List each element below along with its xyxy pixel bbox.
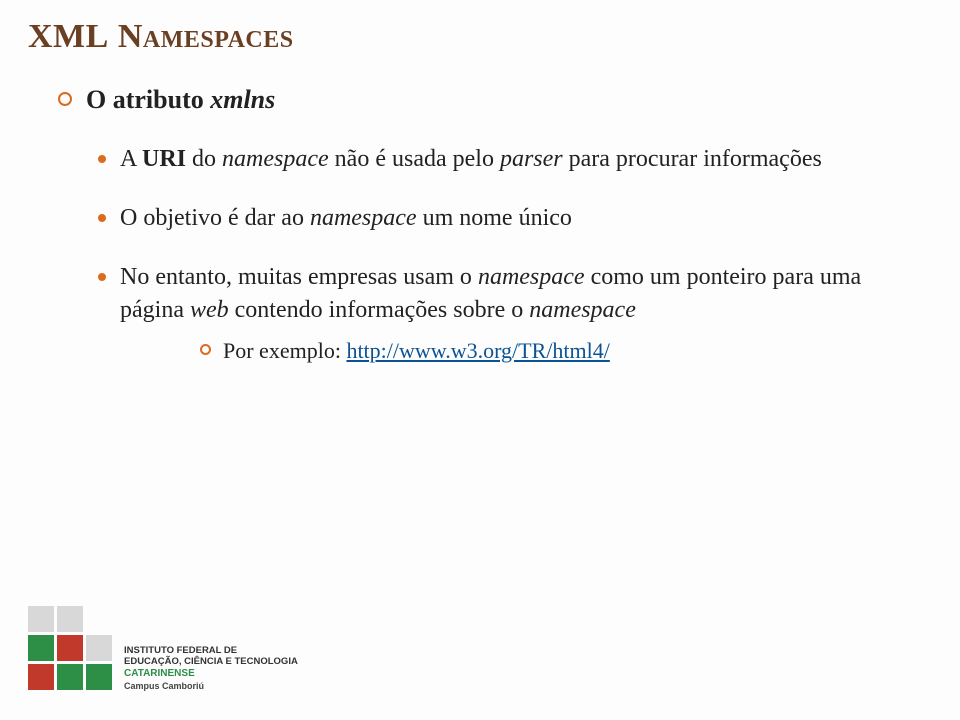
title-main: XML <box>28 18 109 55</box>
b1-em2: parser <box>500 146 563 172</box>
logo-line: Instituto Federal de <box>124 645 298 657</box>
example-link[interactable]: http://www.w3.org/TR/html4/ <box>346 338 609 363</box>
bullet-level2: No entanto, muitas empresas usam o names… <box>98 261 920 365</box>
logo-square <box>28 635 54 661</box>
b1-mid: do <box>186 146 222 172</box>
footer-logo: Instituto Federal de Educação, Ciência e… <box>28 606 298 692</box>
ring-bullet-icon <box>200 344 211 355</box>
title-smallcaps: Namespaces <box>109 18 294 55</box>
b1-text: A URI do namespace não é usada pelo pars… <box>120 143 822 176</box>
b1-bold: URI <box>142 146 186 172</box>
logo-line: Catarinense <box>124 668 298 681</box>
bullet-level3: Por exemplo: http://www.w3.org/TR/html4/ <box>200 336 920 366</box>
b1-mid2: não é usada pelo <box>329 146 500 172</box>
page-title: XML Namespaces <box>28 18 294 56</box>
l1-text: O atributo xmlns <box>86 82 275 117</box>
logo-square <box>57 664 83 690</box>
logo-square <box>57 606 83 632</box>
logo-text: Instituto Federal de Educação, Ciência e… <box>124 645 298 693</box>
b3-pre: No entanto, muitas empresas usam o <box>120 264 478 290</box>
l1-em: xmlns <box>210 85 275 114</box>
sub-label: Por exemplo: <box>223 338 346 363</box>
slide: XML Namespaces O atributo xmlns A URI do… <box>0 0 960 720</box>
bullet-level2: O objetivo é dar ao namespace um nome ún… <box>98 202 920 235</box>
bullet-level1: O atributo xmlns <box>58 82 920 117</box>
logo-square <box>86 664 112 690</box>
b3-em3: namespace <box>529 297 636 323</box>
logo-square <box>28 606 54 632</box>
b3-text: No entanto, muitas empresas usam o names… <box>120 261 920 365</box>
b3-em2: web <box>190 297 229 323</box>
dot-bullet-icon <box>98 214 106 222</box>
content: O atributo xmlns A URI do namespace não … <box>58 82 920 391</box>
b3-mid2: contendo informações sobre o <box>229 297 530 323</box>
logo-square <box>57 635 83 661</box>
logo-line: Campus Camboriú <box>124 681 298 692</box>
b1-post: para procurar informações <box>563 146 822 172</box>
b3-em1: namespace <box>478 264 585 290</box>
b1-em1: namespace <box>222 146 329 172</box>
b2-pre: O objetivo é dar ao <box>120 205 310 231</box>
b2-em: namespace <box>310 205 417 231</box>
dot-bullet-icon <box>98 155 106 163</box>
logo-square <box>28 664 54 690</box>
b1-pre: A <box>120 146 142 172</box>
ring-bullet-icon <box>58 92 72 106</box>
b2-post: um nome único <box>417 205 572 231</box>
l1-pre: O atributo <box>86 85 210 114</box>
logo-mark-icon <box>28 606 114 692</box>
dot-bullet-icon <box>98 273 106 281</box>
logo-square <box>86 635 112 661</box>
b2-text: O objetivo é dar ao namespace um nome ún… <box>120 202 572 235</box>
bullet-level2: A URI do namespace não é usada pelo pars… <box>98 143 920 176</box>
sub-text: Por exemplo: http://www.w3.org/TR/html4/ <box>223 336 610 366</box>
logo-line: Educação, Ciência e Tecnologia <box>124 656 298 668</box>
